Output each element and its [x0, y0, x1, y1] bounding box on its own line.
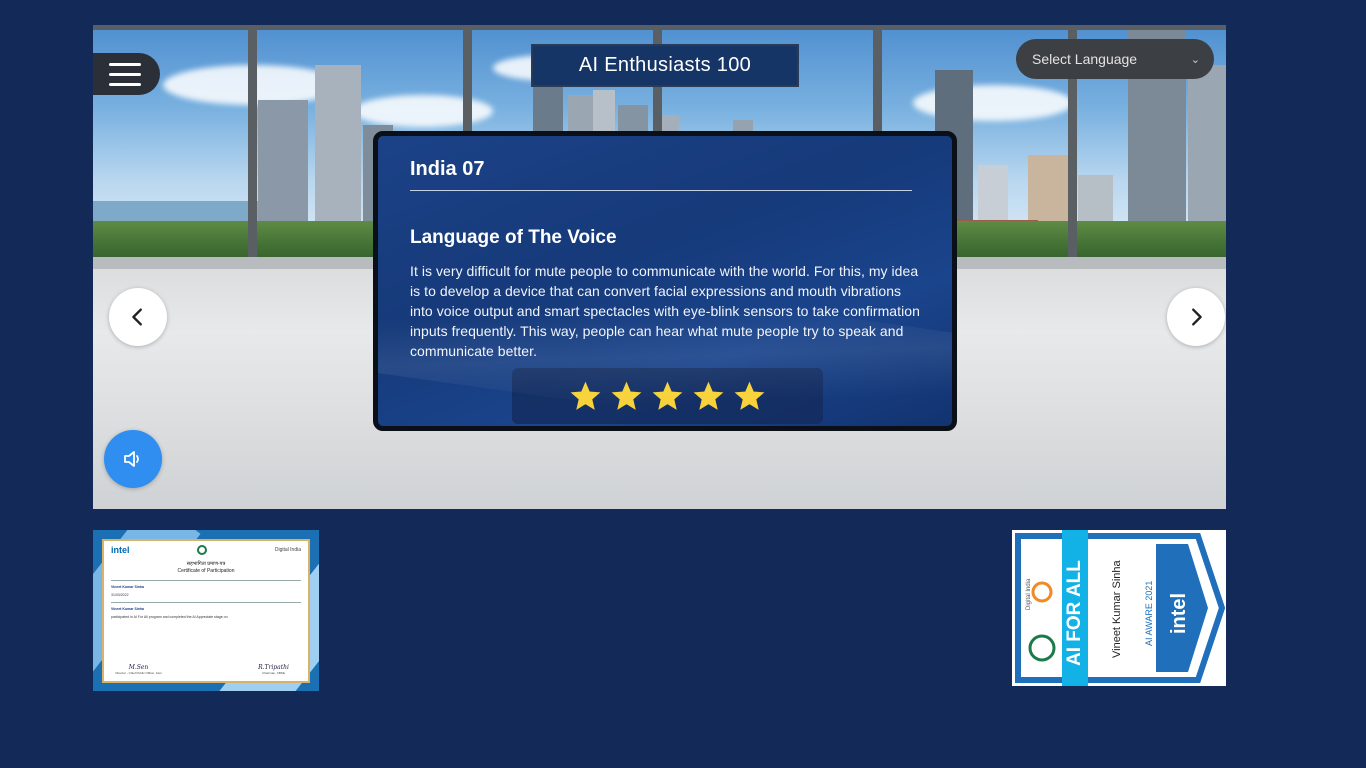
badge-digital-india-logo: Digital India	[1026, 578, 1032, 610]
ai-aware-badge-image[interactable]: AI FOR ALL Vineet Kumar Sinha AI AWARE 2…	[1012, 530, 1226, 686]
idea-card: India 07 Language of The Voice It is ver…	[373, 131, 957, 431]
star-icon	[570, 381, 601, 410]
card-id: India 07	[410, 158, 485, 180]
certificate-body: participated in AI For All program and c…	[111, 615, 228, 619]
certificate-recipient-2: Vineet Kumar Sinha	[111, 607, 145, 611]
star-icon	[693, 381, 724, 410]
certificate-heading: Certificate of Participation	[177, 568, 235, 574]
card-title: Language of The Voice	[410, 227, 617, 248]
badge-intel-logo: intel	[1168, 592, 1190, 634]
star-rating	[512, 368, 823, 424]
page-title: AI Enthusiasts 100	[531, 44, 799, 87]
certificate-image[interactable]: intel Digital India सहभागिता प्रमाण-पत्र…	[93, 530, 319, 691]
signature-right: Chairman, CBSE	[262, 671, 285, 675]
speaker-icon	[124, 451, 139, 467]
certificate-date: 31/03/2022	[111, 593, 129, 597]
menu-button[interactable]	[93, 53, 160, 95]
card-description: It is very difficult for mute people to …	[410, 263, 920, 359]
hamburger-menu-icon	[109, 62, 141, 66]
badge-recipient: Vineet Kumar Sinha	[1111, 560, 1123, 658]
badge-stage: AI AWARE 2021	[1144, 580, 1154, 646]
star-icon	[652, 381, 683, 410]
intel-logo: intel	[111, 545, 130, 555]
chevron-right-icon	[1192, 308, 1202, 326]
certificate-heading-hindi: सहभागिता प्रमाण-पत्र	[186, 561, 226, 567]
next-button[interactable]	[1167, 288, 1225, 346]
signature-left: Director - Chief Public Officer, Intel	[115, 671, 162, 675]
star-icon	[734, 381, 765, 410]
sound-button[interactable]	[104, 430, 162, 488]
previous-button[interactable]	[109, 288, 167, 346]
chevron-down-icon: ⌄	[1190, 53, 1200, 66]
certificate-recipient: Vineet Kumar Sinha	[111, 585, 145, 589]
card-divider	[410, 190, 912, 191]
hero-scene: AI Enthusiasts 100 Select Language ⌄ Ind…	[93, 25, 1226, 509]
badge-program: AI FOR ALL	[1064, 560, 1085, 666]
language-select[interactable]: Select Language ⌄	[1016, 39, 1214, 79]
chevron-left-icon	[132, 308, 142, 326]
language-select-value: Select Language	[1032, 51, 1138, 67]
star-icon	[611, 381, 642, 410]
cbse-emblem-icon	[197, 545, 208, 555]
digital-india-logo: Digital India	[274, 547, 301, 553]
certificate-paper: intel Digital India सहभागिता प्रमाण-पत्र…	[102, 539, 310, 683]
